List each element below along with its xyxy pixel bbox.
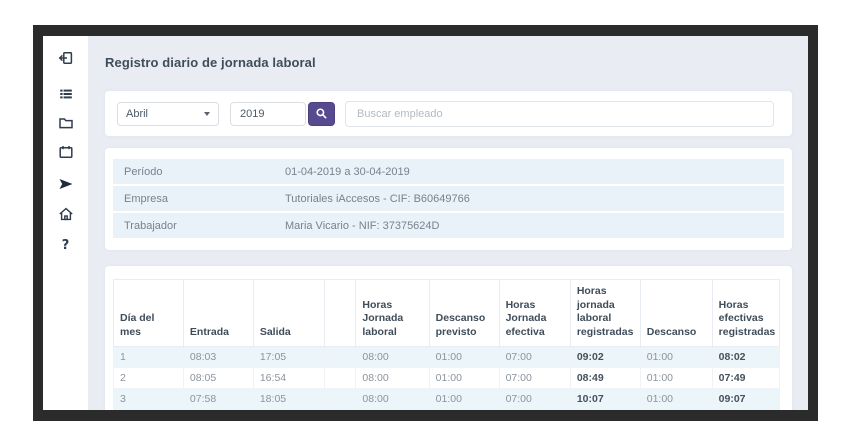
table-cell: 16:54 bbox=[253, 367, 324, 388]
info-label: Empresa bbox=[113, 193, 285, 205]
table-cell: 01:00 bbox=[640, 388, 712, 409]
send-icon[interactable] bbox=[57, 175, 74, 192]
table-cell: 08:00 bbox=[356, 346, 429, 367]
info-row-periodo: Período 01-04-2019 a 30-04-2019 bbox=[113, 159, 784, 184]
table-cell: 01:00 bbox=[429, 388, 499, 409]
table-cell: 17:02 bbox=[253, 409, 324, 410]
list-icon[interactable] bbox=[57, 85, 74, 102]
info-row-empresa: Empresa Tutoriales iAccesos - CIF: B6064… bbox=[113, 186, 784, 211]
table-cell: 08:00 bbox=[356, 367, 429, 388]
table-cell: 07:00 bbox=[499, 409, 570, 410]
column-header: Descanso previsto bbox=[429, 280, 499, 347]
column-header: Horas Jornada efectiva bbox=[499, 280, 570, 347]
table-cell: 09:09 bbox=[570, 409, 640, 410]
info-value: 01-04-2019 a 30-04-2019 bbox=[285, 166, 784, 178]
table-cell: 17:05 bbox=[253, 346, 324, 367]
main-content: Registro diario de jornada laboral Abril bbox=[88, 36, 808, 410]
logout-icon[interactable] bbox=[57, 49, 74, 66]
table-row: 108:0317:0508:0001:0007:0009:0201:0008:0… bbox=[114, 346, 780, 367]
table-cell: 08:00 bbox=[356, 388, 429, 409]
table-cell: 2 bbox=[114, 367, 184, 388]
month-select-value: Abril bbox=[126, 108, 148, 120]
table-cell: 07:00 bbox=[499, 346, 570, 367]
info-label: Trabajador bbox=[113, 220, 285, 232]
column-header: Salida bbox=[253, 280, 324, 347]
magnifier-icon bbox=[315, 107, 328, 120]
table-cell: 07:00 bbox=[499, 367, 570, 388]
info-panel: Período 01-04-2019 a 30-04-2019 Empresa … bbox=[105, 148, 792, 250]
table-cell: 08:02 bbox=[712, 346, 779, 367]
table-cell: 01:00 bbox=[640, 367, 712, 388]
table-cell bbox=[325, 409, 356, 410]
info-label: Período bbox=[113, 166, 285, 178]
month-select[interactable]: Abril bbox=[117, 102, 219, 126]
info-value: Tutoriales iAccesos - CIF: B60649766 bbox=[285, 193, 784, 205]
home-icon[interactable] bbox=[57, 205, 74, 222]
table-cell: 09:07 bbox=[712, 388, 779, 409]
table-cell: 07:53 bbox=[183, 409, 253, 410]
column-header: Horas jornada laboral registradas bbox=[570, 280, 640, 347]
table-cell: 01:00 bbox=[640, 409, 712, 410]
sidebar: ? bbox=[43, 36, 88, 410]
search-button[interactable] bbox=[308, 102, 335, 126]
table-cell: 4 bbox=[114, 409, 184, 410]
table-row: 307:5818:0508:0001:0007:0010:0701:0009:0… bbox=[114, 388, 780, 409]
year-input[interactable] bbox=[230, 102, 306, 126]
employee-search-input[interactable] bbox=[345, 101, 774, 127]
folder-icon[interactable] bbox=[57, 114, 74, 131]
column-header bbox=[325, 280, 356, 347]
table-cell: 08:03 bbox=[183, 346, 253, 367]
column-header: Horas efectivas registradas bbox=[712, 280, 779, 347]
table-cell: 10:07 bbox=[570, 388, 640, 409]
table-cell: 07:00 bbox=[499, 388, 570, 409]
table-cell: 3 bbox=[114, 388, 184, 409]
help-glyph: ? bbox=[62, 238, 70, 253]
table-cell: 08:05 bbox=[183, 367, 253, 388]
table-row: 208:0516:5408:0001:0007:0008:4901:0007:4… bbox=[114, 367, 780, 388]
table-cell: 09:02 bbox=[570, 346, 640, 367]
table-cell: 18:05 bbox=[253, 388, 324, 409]
table-cell bbox=[325, 388, 356, 409]
table-cell: 01:00 bbox=[429, 346, 499, 367]
table-cell: 07:58 bbox=[183, 388, 253, 409]
column-header: Horas Jornada laboral bbox=[356, 280, 429, 347]
hours-table: Día del mesEntradaSalida Horas Jornada la… bbox=[113, 279, 780, 410]
info-value: Maria Vicario - NIF: 37375624D bbox=[285, 220, 784, 232]
hours-table-header: Día del mesEntradaSalida Horas Jornada la… bbox=[114, 280, 780, 347]
chevron-down-icon bbox=[204, 112, 210, 116]
hours-table-body: 108:0317:0508:0001:0007:0009:0201:0008:0… bbox=[114, 346, 780, 410]
table-cell: 08:49 bbox=[570, 367, 640, 388]
info-row-trabajador: Trabajador Maria Vicario - NIF: 37375624… bbox=[113, 213, 784, 238]
page-title: Registro diario de jornada laboral bbox=[105, 55, 792, 70]
column-header: Día del mes bbox=[114, 280, 184, 347]
app-window-frame: ? Registro diario de jornada laboral Abr… bbox=[33, 25, 818, 421]
table-row: 407:5317:0208:0001:0007:0009:0901:0008:0… bbox=[114, 409, 780, 410]
table-cell: 01:00 bbox=[429, 367, 499, 388]
table-cell: 01:00 bbox=[640, 346, 712, 367]
table-cell bbox=[325, 346, 356, 367]
hours-table-card: Día del mesEntradaSalida Horas Jornada la… bbox=[105, 266, 792, 410]
calendar-icon[interactable] bbox=[57, 143, 74, 160]
table-cell: 07:49 bbox=[712, 367, 779, 388]
table-cell: 1 bbox=[114, 346, 184, 367]
column-header: Descanso bbox=[640, 280, 712, 347]
help-icon[interactable]: ? bbox=[57, 237, 74, 254]
app-window: ? Registro diario de jornada laboral Abr… bbox=[43, 36, 808, 410]
table-cell: 01:00 bbox=[429, 409, 499, 410]
column-header: Entrada bbox=[183, 280, 253, 347]
table-cell: 08:09 bbox=[712, 409, 779, 410]
table-cell bbox=[325, 367, 356, 388]
filter-bar: Abril bbox=[105, 91, 792, 136]
table-cell: 08:00 bbox=[356, 409, 429, 410]
